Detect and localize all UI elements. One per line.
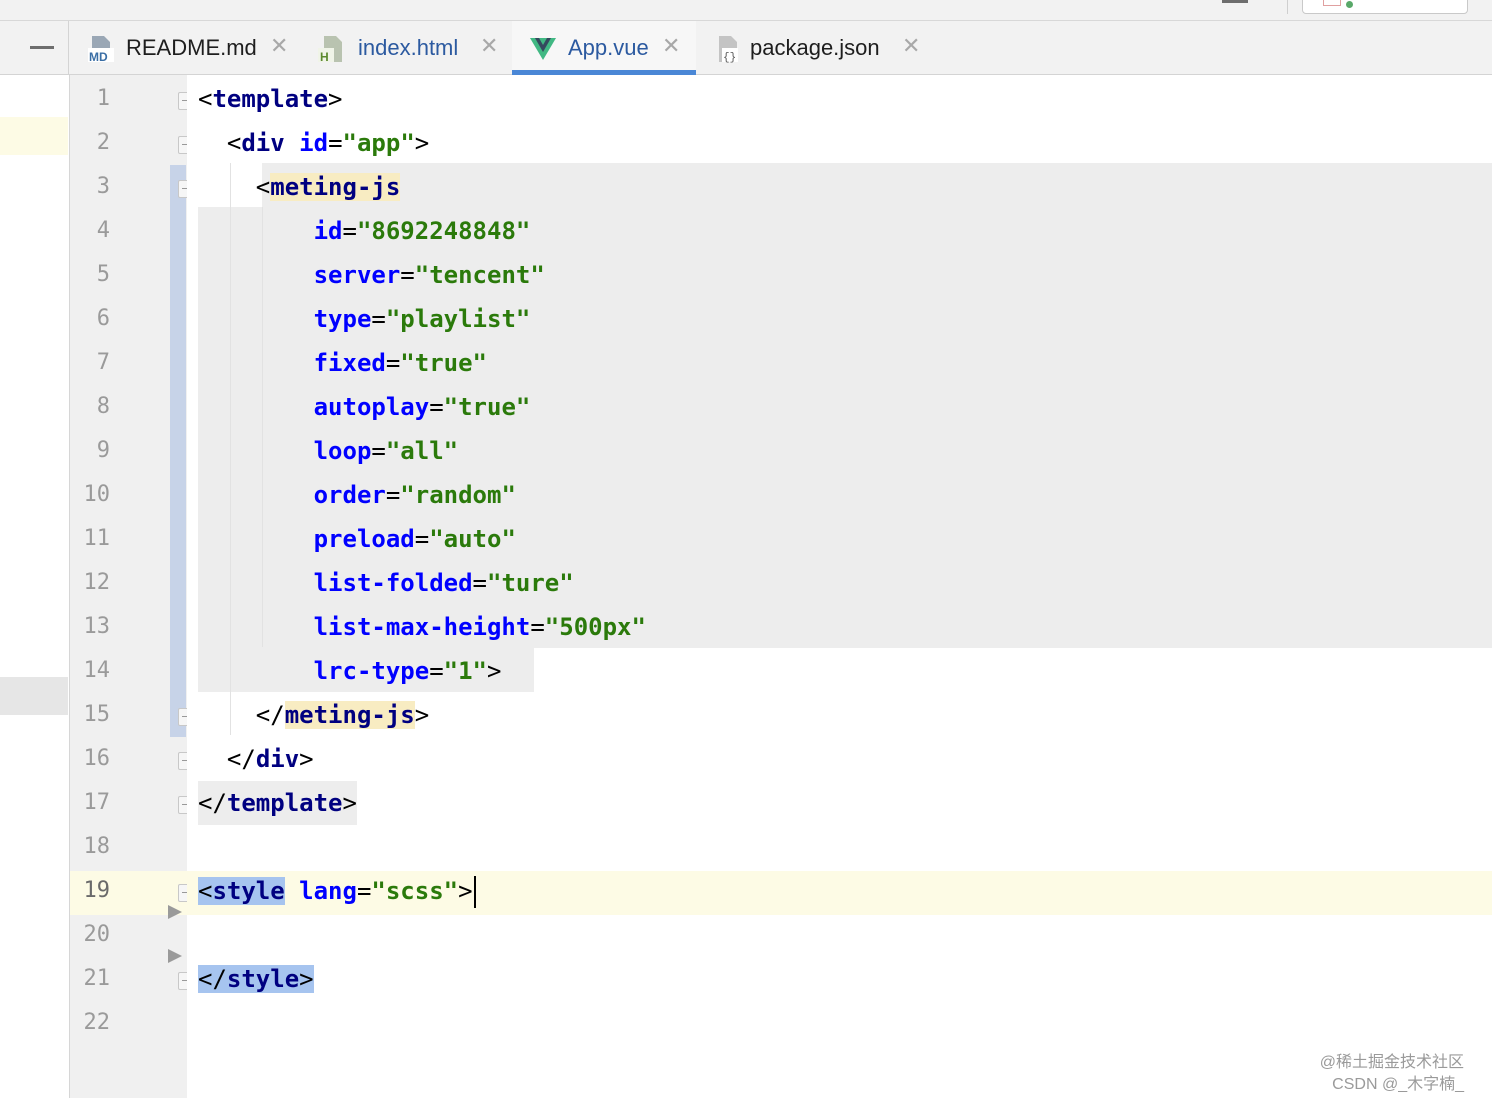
tab-package-json[interactable]: {} package.json ✕ [708, 21, 938, 74]
code-editor[interactable]: <template> <div id="app"> <meting-js id=… [187, 75, 1492, 1098]
selected-tag: </style> [198, 965, 314, 993]
code-line-6[interactable]: type="playlist" [198, 297, 531, 341]
code-line-9[interactable]: loop="all" [198, 429, 459, 473]
project-panel-edge [0, 75, 68, 1098]
matched-tag: meting-js [270, 173, 401, 201]
minimize-bar-icon[interactable] [1222, 0, 1248, 3]
tab-index-html[interactable]: H index.html ✕ [312, 21, 508, 74]
collapse-arrow-icon[interactable] [168, 949, 182, 963]
line-number: 8 [96, 394, 110, 419]
tab-label: package.json [750, 35, 880, 60]
selected-row [0, 677, 68, 715]
code-line-16[interactable]: </div> [198, 737, 314, 781]
line-number: 16 [83, 746, 111, 771]
svg-text:H: H [320, 50, 329, 64]
line-number: 18 [83, 834, 111, 859]
hide-panel-icon[interactable] [30, 46, 54, 49]
code-line-10[interactable]: order="random" [198, 473, 516, 517]
line-number: 7 [96, 350, 110, 375]
tab-readme-md[interactable]: MD README.md ✕ [82, 21, 300, 74]
config-icon [1323, 0, 1341, 6]
json-file-icon: {} [719, 36, 738, 64]
separator [68, 21, 69, 74]
selected-tag: <style [198, 877, 285, 905]
markdown-file-icon: MD [88, 36, 114, 64]
svg-text:{}: {} [723, 52, 736, 64]
scope-indicator [170, 165, 186, 737]
project-tool-icon[interactable]: ⁝ [0, 38, 2, 59]
collapse-arrow-icon[interactable] [168, 905, 182, 919]
tab-label: App.vue [568, 35, 649, 60]
vue-file-icon [530, 38, 556, 60]
line-number: 21 [83, 966, 111, 991]
code-line-21[interactable]: </style> [198, 957, 314, 1001]
line-number: 5 [96, 262, 110, 287]
tab-label: index.html [358, 35, 459, 60]
html-file-icon: H [318, 36, 342, 64]
line-number: 15 [83, 702, 111, 727]
line-number: 11 [83, 526, 111, 551]
code-line-17[interactable]: </template> [198, 781, 357, 825]
line-number: 22 [83, 1010, 111, 1035]
close-tab-icon[interactable]: ✕ [270, 33, 288, 59]
tab-app-vue[interactable]: App.vue ✕ [512, 21, 696, 75]
run-configuration-selector[interactable] [1302, 0, 1468, 14]
close-tab-icon[interactable]: ✕ [662, 33, 680, 59]
line-number: 1 [96, 86, 110, 111]
watermark-line-1: @稀土掘金技术社区 [1319, 1054, 1464, 1071]
watermark-line-2: CSDN @_木字楠_ [1332, 1076, 1464, 1093]
code-line-4[interactable]: id="8692248848" [198, 209, 531, 253]
code-line-7[interactable]: fixed="true" [198, 341, 487, 385]
code-line-2[interactable]: <div id="app"> [198, 121, 429, 165]
line-number: 6 [96, 306, 110, 331]
close-tab-icon[interactable]: ✕ [902, 33, 920, 59]
editor-gutter[interactable]: 1 2 3 4 5 6 7 8 9 10 11 12 13 14 15 16 1… [69, 75, 193, 1098]
line-number: 13 [83, 614, 111, 639]
code-line-8[interactable]: autoplay="true" [198, 385, 531, 429]
code-line-11[interactable]: preload="auto" [198, 517, 516, 561]
line-number: 3 [96, 174, 110, 199]
highlighted-row [0, 117, 68, 155]
code-line-12[interactable]: list-folded="ture" [198, 561, 574, 605]
tab-label: README.md [126, 35, 257, 60]
close-tab-icon[interactable]: ✕ [480, 33, 498, 59]
line-number: 20 [83, 922, 111, 947]
code-line-13[interactable]: list-max-height="500px" [198, 605, 646, 649]
text-caret [473, 876, 476, 908]
code-line-1[interactable]: <template> [198, 77, 343, 121]
code-line-19[interactable]: <style lang="scss"> [198, 869, 476, 913]
line-number: 17 [83, 790, 111, 815]
code-line-5[interactable]: server="tencent" [198, 253, 545, 297]
line-number: 2 [96, 130, 110, 155]
window-top-strip [0, 0, 1492, 21]
line-number: 10 [83, 482, 111, 507]
line-number: 4 [96, 218, 110, 243]
separator [1287, 0, 1288, 14]
line-number: 9 [96, 438, 110, 463]
matched-tag: meting-js [284, 701, 415, 729]
svg-text:MD: MD [89, 50, 108, 64]
code-line-15[interactable]: </meting-js> [198, 693, 429, 737]
status-dot-icon [1346, 1, 1353, 8]
line-number-current: 19 [83, 878, 111, 903]
code-line-3[interactable]: <meting-js [198, 165, 401, 209]
editor-tab-bar: ⁝ MD README.md ✕ H index.html ✕ App.vue … [0, 21, 1492, 75]
line-number: 14 [83, 658, 111, 683]
code-line-14[interactable]: lrc-type="1"> [198, 649, 502, 693]
line-number: 12 [83, 570, 111, 595]
